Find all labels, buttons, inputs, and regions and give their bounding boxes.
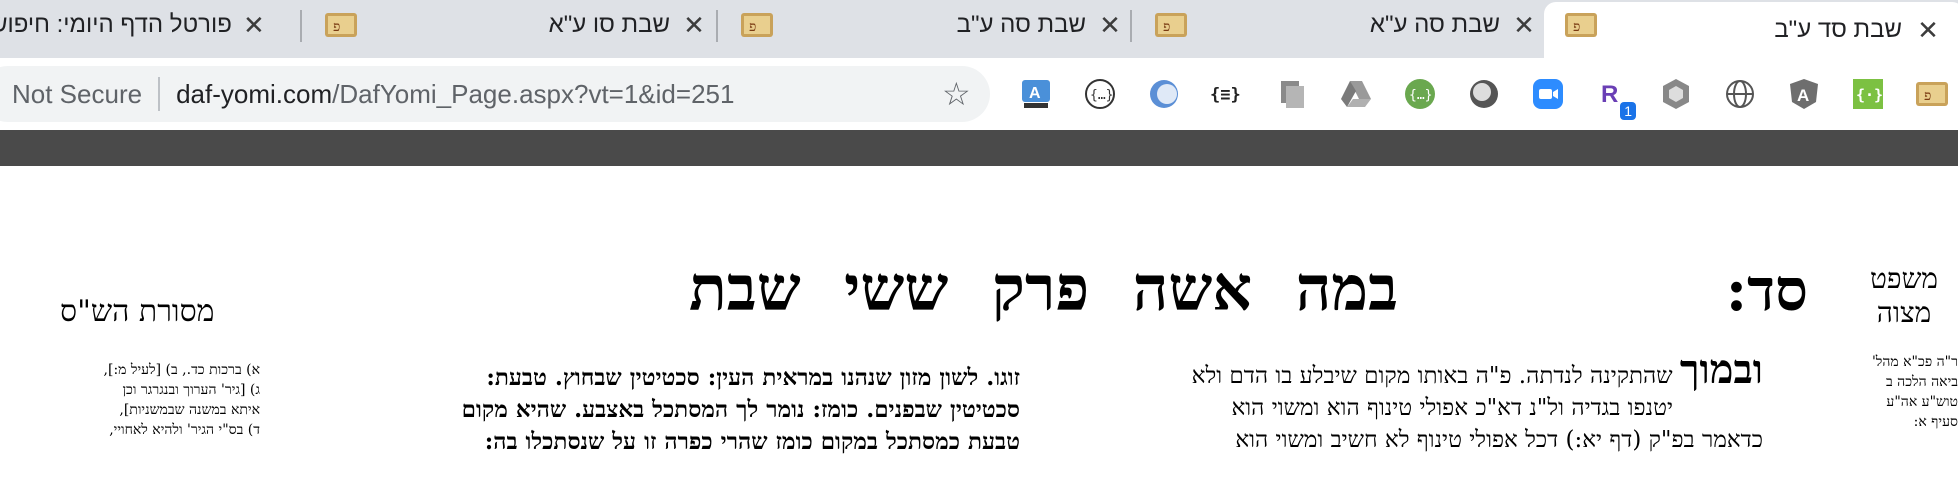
note-line: ביאה הלכה ב	[1885, 374, 1958, 390]
browser-toolbar: Not Secure daf-yomi.com/DafYomi_Page.asp…	[0, 58, 1958, 130]
note-line: ר"ה פכ"א מהל'	[1871, 354, 1958, 370]
svg-text:פ: פ	[1573, 19, 1580, 35]
commentary-line: טבעת כמסתכל במקום כומז שהרי כפרה זו על ש…	[484, 428, 1020, 455]
json-viewer-icon[interactable]: {…}	[1080, 74, 1120, 114]
green-brackets-icon[interactable]: {·}	[1848, 74, 1888, 114]
tab-strip: פורטל הדף היומי: חיפוש ✕ פ שבת סו ע"א ✕ …	[0, 0, 1958, 58]
commentary-middle-column: זוגו. לשון מזון שנהנו במראית העין: סכטיט…	[280, 362, 1020, 458]
daf-yomi-favicon-icon: פ	[740, 12, 774, 38]
green-json-icon[interactable]: {…}	[1400, 74, 1440, 114]
ein-mishpat-notes: ר"ה פכ"א מהל' ביאה הלכה ב טוש"ע אה"ע סעי…	[1872, 352, 1958, 432]
svg-text:{·}: {·}	[1856, 86, 1883, 104]
tab-search-portal[interactable]: פורטל הדף היומי: חיפוש ✕	[0, 0, 290, 50]
note-line: טוש"ע אה"ע	[1886, 394, 1958, 410]
zoom-icon[interactable]	[1528, 74, 1568, 114]
commentary-right-column: ובמוך שהתקינה לנדתה. פ"ה באותו מקום שיבל…	[1023, 350, 1763, 456]
tab-separator	[1130, 10, 1132, 42]
omnibox-divider	[158, 77, 161, 111]
note-line: ד) בס"י הגיר' ולהיא לאחויי,	[109, 422, 260, 438]
svg-text:פ: פ	[1924, 88, 1931, 104]
tab-separator	[716, 10, 718, 42]
svg-text:R: R	[1601, 81, 1618, 108]
commentary-line: זוגו. לשון מזון שנהנו במראית העין: סכטיט…	[486, 364, 1020, 391]
url-text[interactable]: daf-yomi.com/DafYomi_Page.aspx?vt=1&id=2…	[176, 79, 734, 110]
tab-title: שבת סו ע"א	[548, 11, 670, 38]
tab-shabbat-65a[interactable]: פ שבת סה ע"א ✕	[1148, 0, 1548, 50]
gray-circle-icon[interactable]	[1464, 74, 1504, 114]
tab-close-icon[interactable]: ✕	[680, 10, 708, 41]
masoret-notes: א) ברכות כד., ב) [לעיל מ:], ג) [גיר' הער…	[40, 360, 260, 440]
svg-text:{…}: {…}	[1409, 88, 1432, 103]
tab-shabbat-66a[interactable]: פ שבת סו ע"א ✕	[318, 0, 718, 50]
commentary-line: סכטיטין שבפנים. כומז: נומר לך המסתכל באצ…	[461, 396, 1020, 423]
page-header-bar	[0, 130, 1958, 166]
tab-close-icon[interactable]: ✕	[240, 10, 268, 41]
tab-title: שבת סד ע"ב	[1774, 16, 1902, 43]
running-head: במה אשה פרק ששי שבת	[689, 252, 1398, 325]
mitzvah-line: מצוה	[1876, 296, 1932, 329]
json-formatter-icon[interactable]: {≡}	[1208, 74, 1248, 114]
tab-close-icon[interactable]: ✕	[1096, 10, 1124, 41]
tab-separator	[300, 10, 302, 42]
svg-text:A: A	[1797, 86, 1809, 105]
lead-word: ובמוך	[1679, 346, 1763, 393]
masoret-hashas-heading: מסורת הש"ס	[60, 294, 215, 329]
extension-badge: 1	[1620, 102, 1636, 120]
tab-close-icon[interactable]: ✕	[1510, 10, 1538, 41]
tab-title: שבת סה ע"ב	[956, 11, 1086, 38]
svg-text:פ: פ	[1163, 19, 1170, 35]
daf-yomi-favicon-icon: פ	[324, 12, 358, 38]
translate-ext-icon[interactable]: A	[1016, 74, 1056, 114]
security-indicator[interactable]: Not Secure	[12, 79, 142, 110]
url-path: /DafYomi_Page.aspx?vt=1&id=251	[332, 78, 735, 109]
tab-shabbat-64b[interactable]: פ שבת סד ע"ב ✕	[1544, 2, 1958, 58]
note-line: סעיף א:	[1913, 414, 1958, 430]
circle-ext-icon[interactable]	[1144, 74, 1184, 114]
daf-number: סד:	[1725, 256, 1808, 324]
commentary-line: כדאמר בפ"ק (דף יא:) דכל אפולי טינוף לא ח…	[1235, 427, 1763, 453]
angular-icon[interactable]: A	[1784, 74, 1824, 114]
daf-yomi-favicon-icon: פ	[1564, 12, 1598, 38]
line-text: שהתקינה לנדתה. פ"ה באותו מקום שיבלע בו ה…	[1191, 363, 1673, 389]
daf-yomi-ext-icon[interactable]: פ	[1912, 74, 1952, 114]
note-line: ג) [גיר' הערוך ובנגרגר וכן	[122, 382, 260, 398]
globe-ext-icon[interactable]	[1720, 74, 1760, 114]
mishpat-mitzvah-heading: משפט מצוה	[1850, 262, 1958, 330]
star-icon[interactable]: ☆	[942, 78, 971, 110]
svg-text:{…}: {…}	[1090, 88, 1113, 103]
tab-title: שבת סה ע"א	[1369, 11, 1500, 38]
copy-ext-icon[interactable]	[1272, 74, 1312, 114]
svg-text:פ: פ	[333, 19, 340, 35]
commentary-line: ובמוך שהתקינה לנדתה. פ"ה באותו מקום שיבל…	[1023, 350, 1763, 392]
note-line: איתא במשנה שבמשניות],	[119, 402, 260, 418]
tab-close-icon[interactable]: ✕	[1914, 15, 1942, 46]
daf-yomi-favicon-icon: פ	[1154, 12, 1188, 38]
tab-shabbat-65b[interactable]: פ שבת סה ע"ב ✕	[734, 0, 1134, 50]
svg-text:פ: פ	[749, 19, 756, 35]
talmud-page: משפט מצוה סד: במה אשה פרק ששי שבת מסורת …	[0, 166, 1958, 480]
commentary-line: יטנפו בגדיה ול"נ דא"כ אפולי טינוף הוא ומ…	[1231, 395, 1674, 421]
hexagon-ext-icon[interactable]	[1656, 74, 1696, 114]
tab-title: פורטל הדף היומי: חיפוש	[0, 11, 232, 38]
svg-text:{≡}: {≡}	[1210, 85, 1241, 105]
mishpat-line: משפט	[1869, 262, 1938, 295]
address-bar[interactable]: Not Secure daf-yomi.com/DafYomi_Page.asp…	[0, 66, 990, 122]
drive-icon[interactable]	[1336, 74, 1376, 114]
svg-text:A: A	[1029, 85, 1041, 102]
url-domain: daf-yomi.com	[176, 78, 333, 109]
r-ext-icon[interactable]: R 1	[1592, 74, 1636, 120]
note-line: א) ברכות כד., ב) [לעיל מ:],	[103, 362, 260, 378]
